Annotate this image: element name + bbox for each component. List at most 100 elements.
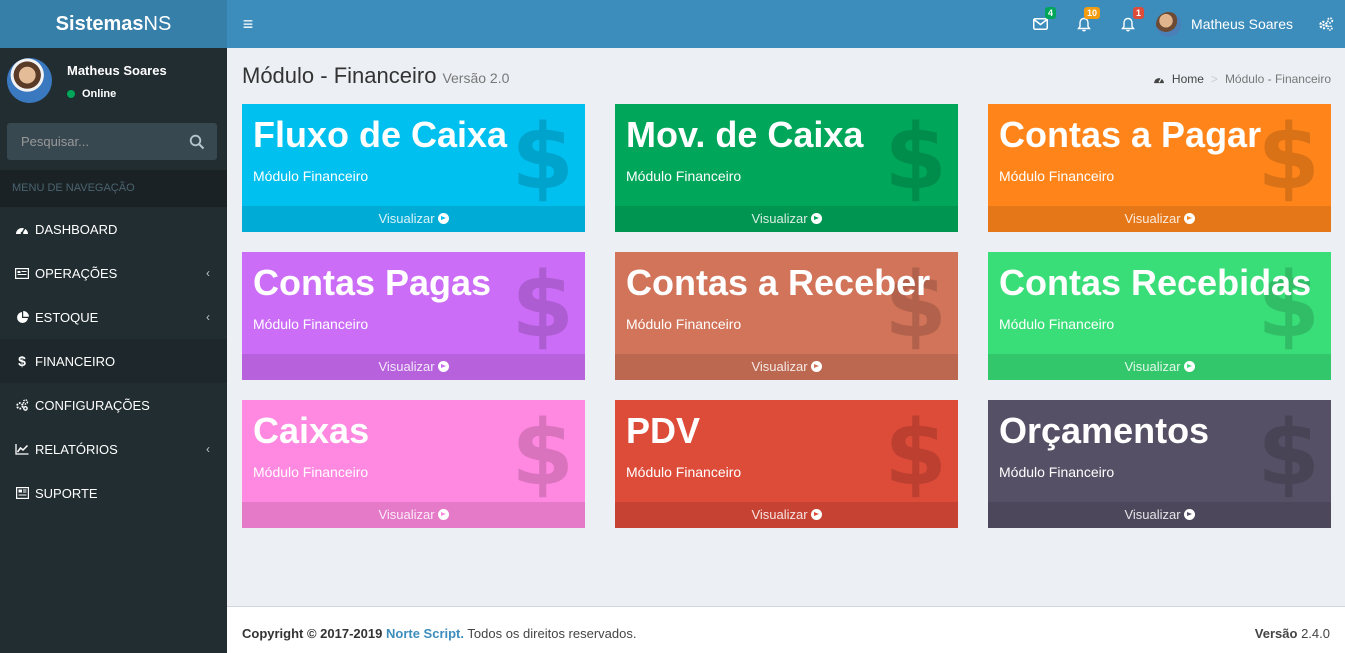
box-subtitle: Módulo Financeiro bbox=[999, 316, 1115, 332]
box-footer-link[interactable]: Visualizar bbox=[242, 206, 585, 232]
arrow-circle-right-icon bbox=[437, 509, 449, 520]
dollar-icon: $ bbox=[1257, 401, 1320, 506]
avatar bbox=[7, 58, 52, 103]
box-footer-link[interactable]: Visualizar bbox=[988, 206, 1331, 232]
link-label: Visualizar bbox=[751, 359, 808, 374]
chevron-left-icon: ‹ bbox=[206, 310, 210, 324]
dollar-icon: $ bbox=[511, 401, 574, 506]
breadcrumb: Home > Módulo - Financeiro bbox=[1153, 72, 1331, 86]
breadcrumb-separator: > bbox=[1210, 72, 1218, 86]
box-title: Contas a Pagar bbox=[999, 114, 1262, 155]
link-label: Visualizar bbox=[378, 211, 435, 226]
user-name: Matheus Soares bbox=[1191, 16, 1293, 32]
logo-bold: Sistemas bbox=[55, 13, 144, 35]
breadcrumb-home[interactable]: Home bbox=[1172, 72, 1204, 86]
sidebar-item-configuracoes[interactable]: CONFIGURAÇÕES bbox=[0, 383, 227, 427]
box-footer-link[interactable]: Visualizar bbox=[615, 354, 958, 380]
dashboard-icon bbox=[1153, 77, 1164, 84]
avatar bbox=[1156, 11, 1182, 37]
link-label: Visualizar bbox=[751, 507, 808, 522]
sidebar-toggle-icon[interactable]: ≡ bbox=[237, 12, 259, 36]
newspaper-icon bbox=[15, 486, 29, 500]
box-footer-link[interactable]: Visualizar bbox=[242, 354, 585, 380]
box-title: Mov. de Caixa bbox=[626, 114, 864, 155]
box-contas-recebidas[interactable]: $ Contas Recebidas Módulo Financeiro Vis… bbox=[988, 252, 1331, 380]
chevron-left-icon: ‹ bbox=[206, 266, 210, 280]
app-version: Versão 2.4.0 bbox=[1255, 626, 1330, 641]
app-logo[interactable]: SistemasNS bbox=[0, 0, 227, 48]
box-footer-link[interactable]: Visualizar bbox=[988, 502, 1331, 528]
box-mov-de-caixa[interactable]: Mov. de Caixa Módulo Financeiro $ Visual… bbox=[615, 104, 958, 232]
link-label: Visualizar bbox=[751, 211, 808, 226]
menu-header: MENU DE NAVEGAÇÃO bbox=[0, 170, 227, 207]
box-contas-pagas[interactable]: Contas Pagas Módulo Financeiro $ Visuali… bbox=[242, 252, 585, 380]
sidebar-search bbox=[7, 123, 217, 160]
box-title: Orçamentos bbox=[999, 410, 1210, 451]
box-subtitle: Módulo Financeiro bbox=[626, 464, 742, 480]
dollar-icon: $ bbox=[1257, 105, 1320, 210]
link-label: Visualizar bbox=[1124, 507, 1181, 522]
box-subtitle: Módulo Financeiro bbox=[999, 464, 1115, 480]
control-sidebar-toggle[interactable] bbox=[1307, 0, 1345, 48]
notifications-badge: 10 bbox=[1084, 7, 1101, 19]
link-label: Visualizar bbox=[378, 359, 435, 374]
arrow-circle-right-icon bbox=[1183, 213, 1195, 224]
link-label: Visualizar bbox=[1124, 211, 1181, 226]
sidebar-item-suporte[interactable]: SUPORTE bbox=[0, 471, 227, 515]
box-title: Contas Recebidas bbox=[999, 262, 1312, 303]
sidebar-menu: DASHBOARD OPERAÇÕES ‹ ESTOQUE ‹ $ FINANC… bbox=[0, 207, 227, 515]
user-status: Online bbox=[67, 88, 116, 100]
box-subtitle: Módulo Financeiro bbox=[626, 168, 742, 184]
gears-icon bbox=[15, 398, 29, 412]
sidebar-item-label: CONFIGURAÇÕES bbox=[35, 397, 150, 413]
rights-text: Todos os direitos reservados. bbox=[467, 626, 637, 641]
box-footer-link[interactable]: Visualizar bbox=[988, 354, 1331, 380]
sidebar-item-relatorios[interactable]: RELATÓRIOS ‹ bbox=[0, 427, 227, 471]
top-navbar: ≡ 4 10 1 Matheus Soares bbox=[227, 0, 1345, 48]
version-label: Versão bbox=[1254, 626, 1298, 641]
envelope-icon bbox=[1032, 18, 1048, 30]
messages-badge: 4 bbox=[1045, 7, 1057, 19]
box-orcamentos[interactable]: Orçamentos Módulo Financeiro $ Visualiza… bbox=[988, 400, 1331, 528]
arrow-circle-right-icon bbox=[810, 361, 822, 372]
box-footer-link[interactable]: Visualizar bbox=[242, 502, 585, 528]
sidebar-item-financeiro[interactable]: $ FINANCEIRO bbox=[0, 339, 227, 383]
box-caixas[interactable]: Caixas Módulo Financeiro $ Visualizar bbox=[242, 400, 585, 528]
search-icon[interactable] bbox=[189, 134, 205, 150]
box-pdv[interactable]: PDV Módulo Financeiro $ Visualizar bbox=[615, 400, 958, 528]
dollar-icon: $ bbox=[884, 105, 947, 210]
box-footer-link[interactable]: Visualizar bbox=[615, 502, 958, 528]
user-menu[interactable]: Matheus Soares bbox=[1150, 0, 1307, 48]
page-footer: Copyright © 2017-2019 Norte Script. Todo… bbox=[227, 606, 1345, 653]
messages-menu[interactable]: 4 bbox=[1018, 0, 1062, 48]
arrow-circle-right-icon bbox=[1183, 361, 1195, 372]
page-title: Módulo - Financeiro Versão 2.0 bbox=[242, 63, 509, 89]
online-dot-icon bbox=[67, 90, 75, 98]
tasks-badge: 1 bbox=[1133, 7, 1145, 19]
box-fluxo-de-caixa[interactable]: Fluxo de Caixa Módulo Financeiro $ Visua… bbox=[242, 104, 585, 232]
sidebar-item-operacoes[interactable]: OPERAÇÕES ‹ bbox=[0, 251, 227, 295]
status-label: Online bbox=[82, 88, 117, 100]
box-title: PDV bbox=[626, 410, 701, 451]
box-subtitle: Módulo Financeiro bbox=[253, 168, 369, 184]
sidebar: Matheus Soares Online MENU DE NAVEGAÇÃO … bbox=[0, 48, 227, 653]
sidebar-item-label: OPERAÇÕES bbox=[35, 265, 118, 281]
dollar-icon: $ bbox=[511, 253, 574, 358]
search-input[interactable] bbox=[7, 123, 182, 160]
box-contas-a-receber[interactable]: $ Contas a Receber Módulo Financeiro Vis… bbox=[615, 252, 958, 380]
bell-icon bbox=[1121, 17, 1135, 31]
sidebar-item-label: SUPORTE bbox=[35, 485, 98, 501]
company-link[interactable]: Norte Script. bbox=[386, 626, 464, 641]
dollar-icon: $ bbox=[884, 401, 947, 506]
sidebar-item-estoque[interactable]: ESTOQUE ‹ bbox=[0, 295, 227, 339]
copyright: Copyright © 2017-2019 Norte Script. Todo… bbox=[242, 626, 636, 641]
tasks-menu[interactable]: 1 bbox=[1106, 0, 1150, 48]
sidebar-item-label: RELATÓRIOS bbox=[35, 441, 118, 457]
box-title: Contas a Receber bbox=[626, 262, 931, 303]
sidebar-item-label: DASHBOARD bbox=[35, 221, 118, 237]
sidebar-item-dashboard[interactable]: DASHBOARD bbox=[0, 207, 227, 251]
notifications-menu[interactable]: 10 bbox=[1062, 0, 1106, 48]
box-contas-a-pagar[interactable]: Contas a Pagar Módulo Financeiro $ Visua… bbox=[988, 104, 1331, 232]
version-value: 2.4.0 bbox=[1301, 626, 1330, 641]
box-footer-link[interactable]: Visualizar bbox=[615, 206, 958, 232]
